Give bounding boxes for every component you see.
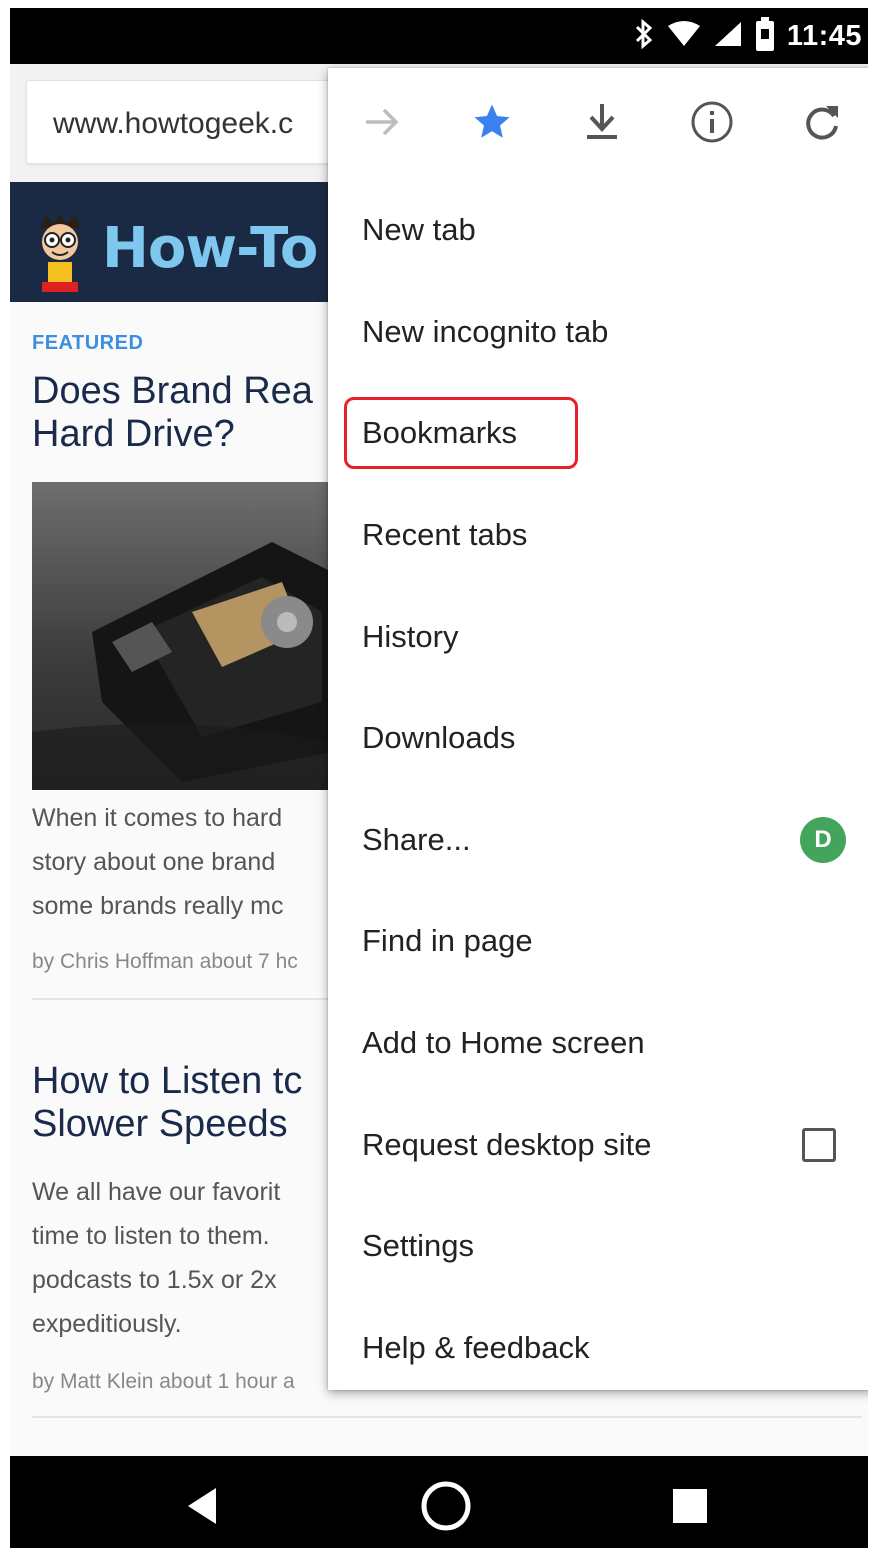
bluetooth-icon [633,18,655,54]
article-title-line: Hard Drive? [32,413,235,455]
phone-screen: 11:45 www.howtogeek.c How-To Ge FEATURED… [10,8,868,1548]
star-icon[interactable] [468,98,516,146]
menu-item-find-in-page[interactable]: Find in page [328,890,868,992]
divider [32,1416,862,1418]
forward-icon[interactable] [358,98,406,146]
menu-item-new-tab[interactable]: New tab [328,179,868,281]
article-image[interactable] [32,482,332,790]
excerpt-line: story about one brand [32,848,276,876]
menu-item-label: New tab [362,212,476,247]
reload-icon[interactable] [798,98,846,146]
article-excerpt: When it comes to hard story about one br… [32,796,352,928]
bookmarks-highlight-box [344,397,578,469]
recents-icon[interactable] [662,1478,718,1534]
menu-item-label: Request desktop site [362,1127,652,1162]
menu-item-label: New incognito tab [362,314,609,349]
article-title[interactable]: How to Listen tc Slower Speeds [32,1060,352,1146]
menu-item-help-feedback[interactable]: Help & feedback [328,1297,868,1399]
menu-toolbar [328,68,868,178]
article-title-line: How to Listen tc [32,1060,303,1102]
wifi-icon [667,20,701,53]
article-byline: by Chris Hoffman about 7 hc [32,950,298,973]
article-byline: by Matt Klein about 1 hour a [32,1370,295,1393]
status-time: 11:45 [786,19,862,52]
share-app-icon[interactable]: D [800,817,846,863]
logo-mascot-icon [40,214,80,292]
back-icon[interactable] [174,1478,230,1534]
menu-item-label: Settings [362,1228,475,1263]
menu-item-label: Recent tabs [362,517,528,552]
excerpt-line: expeditiously. [32,1310,182,1338]
menu-item-add-to-home-screen[interactable]: Add to Home screen [328,992,868,1094]
navigation-bar [10,1456,868,1548]
article-excerpt: We all have our favorit time to listen t… [32,1170,352,1346]
menu-item-label: Add to Home screen [362,1025,645,1060]
article-title[interactable]: Does Brand Rea Hard Drive? [32,370,352,456]
menu-item-recent-tabs[interactable]: Recent tabs [328,484,868,586]
status-bar: 11:45 [10,8,868,64]
excerpt-line: time to listen to them. [32,1222,270,1250]
menu-item-share[interactable]: Share... D [328,789,868,891]
url-text: www.howtogeek.c [53,107,294,140]
excerpt-line: some brands really mc [32,892,284,920]
excerpt-line: When it comes to hard [32,804,283,832]
menu-item-label: Find in page [362,923,533,958]
menu-item-history[interactable]: History [328,586,868,688]
signal-icon [713,20,743,53]
battery-icon [755,16,775,56]
home-icon[interactable] [418,1478,474,1534]
overflow-menu: New tab New incognito tab Bookmarks Rece… [328,68,868,1390]
menu-item-label: Downloads [362,720,516,755]
article-title-line: Slower Speeds [32,1103,288,1145]
menu-item-label: History [362,619,459,654]
excerpt-line: We all have our favorit [32,1178,281,1206]
menu-item-new-incognito-tab[interactable]: New incognito tab [328,281,868,383]
download-icon[interactable] [578,98,626,146]
menu-item-label: Share... [362,822,471,857]
featured-label: FEATURED [32,332,144,354]
menu-item-settings[interactable]: Settings [328,1195,868,1297]
menu-item-request-desktop-site[interactable]: Request desktop site [328,1094,868,1196]
excerpt-line: podcasts to 1.5x or 2x [32,1266,277,1294]
menu-item-label: Help & feedback [362,1330,590,1365]
request-desktop-checkbox[interactable] [802,1128,836,1162]
info-icon[interactable] [688,98,736,146]
menu-item-downloads[interactable]: Downloads [328,687,868,789]
article-title-line: Does Brand Rea [32,370,313,412]
